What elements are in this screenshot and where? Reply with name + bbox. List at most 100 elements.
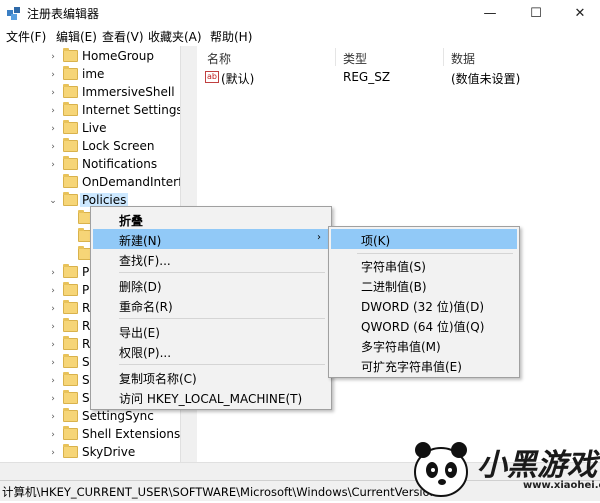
menu-item-export[interactable]: 导出(E) xyxy=(93,321,329,341)
maximize-button[interactable]: ☐ xyxy=(514,0,558,26)
folder-icon xyxy=(63,354,78,368)
expand-icon[interactable]: › xyxy=(48,303,58,315)
expand-icon[interactable]: › xyxy=(48,357,58,369)
value-data: (数值未设置) xyxy=(451,72,521,86)
menu-edit[interactable]: 编辑(E) xyxy=(56,28,97,45)
expand-icon[interactable]: › xyxy=(48,447,58,459)
submenu-item-multi-string-value[interactable]: 多字符串值(M) xyxy=(331,335,517,355)
new-submenu: 项(K) 字符串值(S) 二进制值(B) DWORD (32 位)值(D) QW… xyxy=(328,226,520,378)
tree-item[interactable]: › ImmersiveShell xyxy=(0,84,180,102)
folder-icon xyxy=(63,120,78,134)
tree-item-label: OnDemandInterfa xyxy=(82,175,190,189)
tree-item[interactable]: › SkyDrive xyxy=(0,444,180,462)
tree-item[interactable]: › ime xyxy=(0,66,180,84)
menu-item-collapse[interactable]: 折叠 xyxy=(93,209,329,229)
tree-item-label: Notifications xyxy=(82,157,158,171)
collapse-icon[interactable]: ⌄ xyxy=(48,195,58,207)
folder-icon xyxy=(63,192,78,206)
expand-icon[interactable]: › xyxy=(48,141,58,153)
expand-icon[interactable]: › xyxy=(48,429,58,441)
regedit-icon xyxy=(7,7,20,20)
menu-separator xyxy=(357,253,513,254)
column-type-header[interactable]: 类型 xyxy=(343,50,367,67)
submenu-item-key[interactable]: 项(K) xyxy=(331,229,517,249)
submenu-item-dword-value[interactable]: DWORD (32 位)值(D) xyxy=(331,295,517,315)
tree-item[interactable]: › HomeGroup xyxy=(0,48,180,66)
watermark-brand: 小黑游戏 xyxy=(477,448,597,483)
registry-path: 计算机\HKEY_CURRENT_USER\SOFTWARE\Microsoft… xyxy=(2,485,441,499)
expand-icon[interactable]: › xyxy=(48,411,58,423)
menu-item-goto-hklm[interactable]: 访问 HKEY_LOCAL_MACHINE(T) xyxy=(93,387,329,407)
folder-icon xyxy=(63,84,78,98)
expand-icon[interactable]: › xyxy=(48,285,58,297)
tree-item[interactable]: › Internet Settings xyxy=(0,102,183,120)
expand-icon[interactable]: › xyxy=(48,105,58,117)
menu-item-label: 可扩充字符串值(E) xyxy=(361,360,462,374)
folder-icon xyxy=(63,174,78,188)
menu-item-delete[interactable]: 删除(D) xyxy=(93,275,329,295)
expand-icon[interactable]: › xyxy=(48,159,58,171)
menu-item-rename[interactable]: 重命名(R) xyxy=(93,295,329,315)
menu-item-label: QWORD (64 位)值(Q) xyxy=(361,320,485,334)
context-menu: 折叠 新建(N) › 查找(F)... 删除(D) 重命名(R) 导出(E) 权… xyxy=(90,206,332,410)
close-button[interactable]: ✕ xyxy=(558,0,600,26)
tree-item[interactable]: › Live xyxy=(0,120,180,138)
tree-item[interactable]: › SettingSync xyxy=(0,408,180,426)
expand-icon[interactable]: › xyxy=(48,123,58,135)
menu-item-new[interactable]: 新建(N) › xyxy=(93,229,329,249)
menu-item-label: 项(K) xyxy=(361,234,391,248)
folder-icon xyxy=(63,336,78,350)
menu-view[interactable]: 查看(V) xyxy=(102,28,144,45)
tree-item-label: Internet Settings xyxy=(82,103,183,117)
column-separator[interactable] xyxy=(335,48,336,66)
expand-icon[interactable]: › xyxy=(48,267,58,279)
menu-item-label: 折叠 xyxy=(119,214,144,228)
menu-help[interactable]: 帮助(H) xyxy=(210,28,252,45)
menu-item-label: 删除(D) xyxy=(119,280,162,294)
submenu-item-binary-value[interactable]: 二进制值(B) xyxy=(331,275,517,295)
menu-item-copy-key-name[interactable]: 复制项名称(C) xyxy=(93,367,329,387)
column-separator[interactable] xyxy=(443,48,444,66)
menu-item-label: 新建(N) xyxy=(119,234,162,248)
expand-icon[interactable]: › xyxy=(48,51,58,63)
tree-item[interactable]: OnDemandInterfa xyxy=(0,174,190,192)
column-name-header[interactable]: 名称 xyxy=(207,50,231,67)
expand-icon[interactable]: › xyxy=(48,87,58,99)
expand-icon[interactable]: › xyxy=(48,69,58,81)
column-data-header[interactable]: 数据 xyxy=(451,50,475,67)
menu-bar: 文件(F) 编辑(E) 查看(V) 收藏夹(A) 帮助(H) xyxy=(0,26,600,46)
title-bar: 注册表编辑器 — ☐ ✕ xyxy=(0,0,600,27)
folder-icon xyxy=(63,282,78,296)
tree-item-label: Lock Screen xyxy=(82,139,155,153)
submenu-arrow-icon: › xyxy=(317,232,321,243)
expand-icon[interactable] xyxy=(48,177,58,189)
menu-separator xyxy=(119,318,325,319)
tree-item-label: S xyxy=(82,373,90,387)
tree-item-label: S xyxy=(82,391,90,405)
menu-favorites[interactable]: 收藏夹(A) xyxy=(148,28,202,45)
menu-separator xyxy=(119,364,325,365)
expand-icon[interactable]: › xyxy=(48,339,58,351)
folder-icon xyxy=(63,426,78,440)
menu-item-find[interactable]: 查找(F)... xyxy=(93,249,329,269)
table-row[interactable]: ab (默认) REG_SZ (数值未设置) xyxy=(197,68,600,86)
expand-icon[interactable]: › xyxy=(48,375,58,387)
tree-item[interactable]: › Shell Extensions xyxy=(0,426,180,444)
tree-item-label: SkyDrive xyxy=(82,445,136,459)
submenu-item-expandable-string-value[interactable]: 可扩充字符串值(E) xyxy=(331,355,517,375)
window-title: 注册表编辑器 xyxy=(27,7,100,21)
folder-icon xyxy=(63,138,78,152)
menu-item-label: 导出(E) xyxy=(119,326,160,340)
expand-icon[interactable]: › xyxy=(48,393,58,405)
expand-icon[interactable]: › xyxy=(48,321,58,333)
submenu-item-qword-value[interactable]: QWORD (64 位)值(Q) xyxy=(331,315,517,335)
submenu-item-string-value[interactable]: 字符串值(S) xyxy=(331,255,517,275)
minimize-button[interactable]: — xyxy=(468,0,512,26)
tree-item[interactable]: › Lock Screen xyxy=(0,138,180,156)
menu-item-label: 字符串值(S) xyxy=(361,260,426,274)
tree-item-label: HomeGroup xyxy=(82,49,154,63)
folder-icon xyxy=(63,372,78,386)
tree-item[interactable]: › Notifications xyxy=(0,156,180,174)
menu-file[interactable]: 文件(F) xyxy=(6,28,46,45)
menu-item-permissions[interactable]: 权限(P)... xyxy=(93,341,329,361)
